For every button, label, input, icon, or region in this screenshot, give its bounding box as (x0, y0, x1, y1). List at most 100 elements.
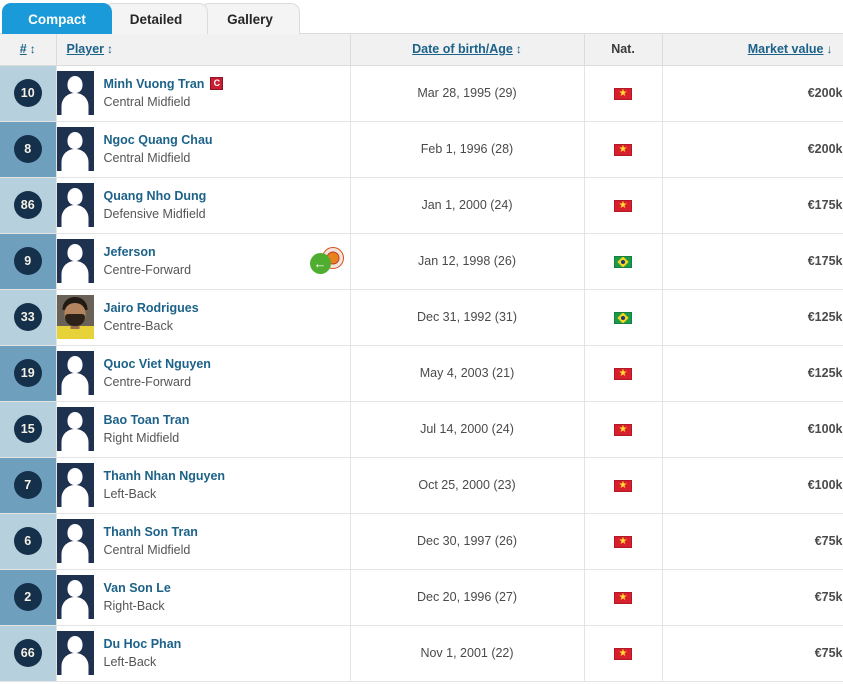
table-row[interactable]: 19 Quoc Viet Nguyen Centre-Forward May 4, 2… (0, 345, 843, 402)
sort-desc-icon[interactable]: ↓ (827, 42, 833, 56)
column-header-player-label[interactable]: Player (67, 42, 105, 56)
market-value-cell[interactable]: €75k (662, 513, 843, 570)
view-tab-bar: Gallery Detailed Compact (0, 0, 843, 34)
column-header-player[interactable]: Player ↕ (56, 34, 351, 66)
player-name-link[interactable]: Thanh Son Tran (104, 525, 198, 539)
date-of-birth-cell: Dec 20, 1996 (27) (350, 569, 585, 626)
table-row[interactable]: 7 Thanh Nhan Nguyen Left-Back Oct 25, 2000 … (0, 457, 843, 514)
player-name-link[interactable]: Van Son Le (104, 581, 171, 595)
player-name-link[interactable]: Jairo Rodrigues (104, 301, 199, 315)
tab-compact-label: Compact (28, 12, 86, 27)
market-value-cell[interactable]: €75k (662, 625, 843, 682)
table-row[interactable]: 33 Jairo Rodrigues Centre-Back Dec 31, 1992… (0, 289, 843, 346)
player-photo[interactable] (56, 295, 94, 339)
column-header-date-of-birth[interactable]: Date of birth/Age ↕ (350, 34, 585, 66)
market-value-cell[interactable]: €175k (662, 233, 843, 290)
player-name-link[interactable]: Quoc Viet Nguyen (104, 357, 211, 371)
player-name-link[interactable]: Quang Nho Dung (104, 189, 207, 203)
player-text: Minh Vuong Tran C Central Midfield (104, 75, 224, 111)
shirt-number-cell: 19 (0, 345, 57, 402)
nationality-cell (584, 65, 663, 122)
player-avatar-placeholder-icon[interactable] (56, 575, 94, 619)
flag-vn-icon (614, 535, 632, 548)
column-header-market-value[interactable]: Market value ↓ (662, 34, 843, 66)
shirt-number-badge: 15 (13, 415, 42, 443)
date-of-birth-cell: Dec 31, 1992 (31) (350, 289, 585, 346)
date-of-birth-cell: Mar 28, 1995 (29) (350, 65, 585, 122)
table-header: # ↕ Player ↕ Date of birth/Age ↕ Nat. Marke… (0, 34, 843, 66)
shirt-number-cell: 15 (0, 401, 57, 458)
player-avatar-placeholder-icon[interactable] (56, 351, 94, 395)
player-avatar-placeholder-icon[interactable] (56, 519, 94, 563)
tab-compact[interactable]: Compact (2, 3, 112, 34)
shirt-number-cell: 7 (0, 457, 57, 514)
player-name-link[interactable]: Thanh Nhan Nguyen (104, 469, 226, 483)
nationality-cell (584, 345, 663, 402)
sort-both-icon[interactable]: ↕ (30, 42, 36, 56)
market-value-cell[interactable]: €125k (662, 345, 843, 402)
table-row[interactable]: 8 Ngoc Quang Chau Central Midfield Feb 1, 1… (0, 121, 843, 178)
flag-br-icon (614, 255, 632, 268)
player-avatar-placeholder-icon[interactable] (56, 71, 94, 115)
shirt-number-badge: 2 (13, 583, 42, 611)
player-avatar-placeholder-icon[interactable] (56, 239, 94, 283)
player-text: Thanh Nhan Nguyen Left-Back (104, 467, 226, 503)
player-position: Central Midfield (103, 95, 191, 109)
table-row[interactable]: 86 Quang Nho Dung Defensive Midfield Jan 1,… (0, 177, 843, 234)
player-name-link[interactable]: Bao Toan Tran (104, 413, 190, 427)
market-value-cell[interactable]: €125k (662, 289, 843, 346)
player-name-link[interactable]: Du Hoc Phan (104, 637, 182, 651)
player-cell: Quoc Viet Nguyen Centre-Forward (56, 345, 351, 402)
market-value-cell[interactable]: €200k (662, 65, 843, 122)
nationality-cell (584, 457, 663, 514)
shirt-number-cell: 2 (0, 569, 57, 626)
tab-detailed[interactable]: Detailed (104, 3, 208, 34)
player-avatar-placeholder-icon[interactable] (56, 463, 94, 507)
silhouette-head (67, 356, 83, 373)
player-position: Centre-Back (103, 319, 173, 333)
column-header-number-label[interactable]: # (20, 42, 27, 56)
shirt-number-badge: 7 (13, 471, 42, 499)
table-row[interactable]: 2 Van Son Le Right-Back Dec 20, 1996 (27) €7… (0, 569, 843, 626)
player-avatar-placeholder-icon[interactable] (56, 127, 94, 171)
sort-both-icon[interactable]: ↕ (516, 42, 522, 56)
market-value-cell[interactable]: €200k (662, 121, 843, 178)
table-row[interactable]: 10 Minh Vuong Tran C Central Midfield Mar 28… (0, 65, 843, 122)
table-row[interactable]: 66 Du Hoc Phan Left-Back Nov 1, 2001 (22) €7… (0, 625, 843, 682)
player-name-link[interactable]: Ngoc Quang Chau (104, 133, 213, 147)
sort-both-icon[interactable]: ↕ (107, 42, 113, 56)
table-row[interactable]: 15 Bao Toan Tran Right Midfield Jul 14, 200… (0, 401, 843, 458)
market-value-cell[interactable]: €100k (662, 401, 843, 458)
table-row[interactable]: 6 Thanh Son Tran Central Midfield Dec 30, 1… (0, 513, 843, 570)
player-info: Minh Vuong Tran C Central Midfield (56, 71, 350, 115)
player-cell: Ngoc Quang Chau Central Midfield (56, 121, 351, 178)
loan-indicator[interactable]: ← (309, 247, 344, 275)
player-name-link[interactable]: Jeferson (104, 245, 156, 259)
player-cell: Minh Vuong Tran C Central Midfield (56, 65, 351, 122)
market-value-cell[interactable]: €75k (662, 569, 843, 626)
tab-gallery[interactable]: Gallery (200, 3, 300, 34)
column-header-market-value-label[interactable]: Market value (748, 42, 824, 56)
silhouette-head (67, 468, 83, 485)
shirt-number-badge: 6 (13, 527, 42, 555)
flag-vn-icon (614, 479, 632, 492)
column-header-date-of-birth-label[interactable]: Date of birth/Age (412, 42, 513, 56)
player-cell: Jeferson Centre-Forward ← (56, 233, 351, 290)
nationality-cell (584, 177, 663, 234)
player-position: Right Midfield (103, 431, 180, 445)
squad-table: # ↕ Player ↕ Date of birth/Age ↕ Nat. Marke… (0, 34, 843, 682)
silhouette-head (67, 188, 83, 205)
player-text: Quang Nho Dung Defensive Midfield (104, 187, 207, 223)
player-avatar-placeholder-icon[interactable] (56, 407, 94, 451)
player-text: Jairo Rodrigues Centre-Back (104, 299, 199, 335)
table-row[interactable]: 9 Jeferson Centre-Forward ← Jan 12, 1998 (26… (0, 233, 843, 290)
player-avatar-placeholder-icon[interactable] (56, 631, 94, 675)
column-header-number[interactable]: # ↕ (0, 34, 57, 66)
nationality-cell (584, 233, 663, 290)
market-value-cell[interactable]: €100k (662, 457, 843, 514)
player-avatar-placeholder-icon[interactable] (56, 183, 94, 227)
market-value-cell[interactable]: €175k (662, 177, 843, 234)
silhouette-body (61, 373, 89, 395)
player-text: Ngoc Quang Chau Central Midfield (104, 131, 213, 167)
player-name-link[interactable]: Minh Vuong Tran (104, 77, 205, 91)
